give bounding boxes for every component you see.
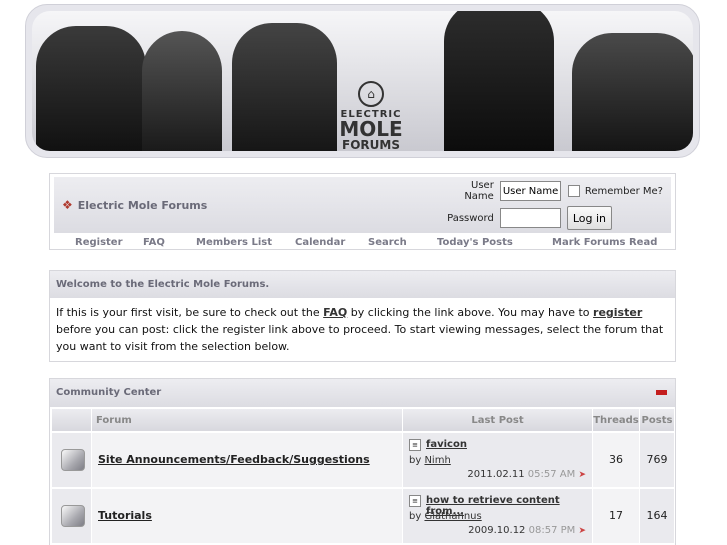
- banner-photo-person: [232, 23, 337, 151]
- banner-photo-person: [572, 33, 693, 151]
- forum-status-icon: [61, 449, 85, 471]
- last-post-title-link[interactable]: favicon: [426, 439, 467, 450]
- welcome-message: If this is your first visit, be sure to …: [50, 298, 675, 361]
- by-label: by: [409, 511, 422, 522]
- password-input[interactable]: [499, 208, 561, 228]
- last-post-date: 2011.02.11: [467, 469, 525, 480]
- banner-photo-person: [444, 11, 554, 151]
- nav-link-search[interactable]: Search: [368, 237, 407, 248]
- login-button[interactable]: Log in: [566, 206, 612, 230]
- forum-title-link[interactable]: Site Announcements/Feedback/Suggestions: [98, 453, 370, 466]
- goto-last-post-icon[interactable]: ➤: [578, 470, 586, 480]
- last-post-user-link[interactable]: Nimh: [424, 455, 450, 466]
- remember-me-checkbox[interactable]: [567, 185, 580, 197]
- username-label: User Name: [464, 180, 494, 202]
- nav-link-register[interactable]: Register: [75, 237, 123, 248]
- faq-link[interactable]: FAQ: [323, 306, 347, 319]
- navbar: ❖ Electric Mole Forums User Name Remembe…: [49, 173, 676, 250]
- last-post-time: 08:57 PM: [528, 525, 576, 536]
- remember-me-label: Remember Me?: [584, 185, 663, 197]
- last-post-date: 2009.10.12: [468, 525, 526, 536]
- thread-count: 36: [609, 453, 623, 466]
- column-header-status: [52, 409, 92, 431]
- by-label: by: [409, 455, 422, 466]
- post-icon: ≡: [409, 439, 421, 451]
- welcome-text: by clicking the link above. You may have…: [347, 306, 594, 319]
- username-input[interactable]: [499, 181, 561, 201]
- column-header-threads: Threads: [593, 409, 640, 431]
- forum-row: Site Announcements/Feedback/Suggestions …: [50, 433, 675, 487]
- post-icon: ≡: [409, 495, 421, 507]
- column-header-posts: Posts: [640, 409, 675, 431]
- category-title[interactable]: Community Center: [56, 387, 161, 398]
- register-link[interactable]: register: [593, 306, 642, 319]
- logo-text-line3: FORUMS: [342, 138, 400, 151]
- navbar-title: Electric Mole Forums: [77, 198, 208, 212]
- welcome-text: If this is your first visit, be sure to …: [56, 306, 324, 319]
- welcome-title: Welcome to the Electric Mole Forums.: [50, 271, 675, 298]
- welcome-box: Welcome to the Electric Mole Forums. If …: [49, 270, 676, 362]
- goto-last-post-icon[interactable]: ➤: [578, 526, 586, 536]
- nav-link-todays-posts[interactable]: Today's Posts: [437, 237, 513, 248]
- login-form: User Name Remember Me? Password Log in: [444, 180, 663, 234]
- password-label: Password: [447, 212, 494, 224]
- last-post-time: 05:57 AM: [527, 469, 576, 480]
- header-banner: ⌂ ELECTRIC MOLE FORUMS: [25, 4, 700, 158]
- column-header-last-post: Last Post: [403, 409, 593, 431]
- forum-home-link[interactable]: ❖ Electric Mole Forums: [62, 198, 207, 212]
- nav-link-mark-forums-read[interactable]: Mark Forums Read: [552, 237, 657, 248]
- thread-count: 17: [609, 509, 623, 522]
- forum-status-icon: [61, 505, 85, 527]
- banner-photo-person: [142, 31, 222, 151]
- mole-emblem-icon: ⌂: [358, 81, 384, 107]
- forum-row: Tutorials ≡ how to retrieve content from…: [50, 489, 675, 543]
- last-post-user-link[interactable]: Glathannus: [424, 511, 481, 522]
- nav-link-calendar[interactable]: Calendar: [295, 237, 345, 248]
- collapse-icon[interactable]: [656, 390, 667, 395]
- welcome-text: before you can post: click the register …: [56, 323, 664, 353]
- logo-text-line2: MOLE: [339, 117, 403, 141]
- forum-category-table: Community Center Forum Last Post Threads…: [49, 378, 676, 545]
- banner-photo-person: [36, 26, 146, 151]
- site-logo[interactable]: ⌂ ELECTRIC MOLE FORUMS: [332, 81, 410, 151]
- nav-link-members-list[interactable]: Members List: [196, 237, 272, 248]
- column-header-forum: Forum: [92, 409, 403, 431]
- navbits-icon: ❖: [62, 198, 73, 212]
- nav-link-faq[interactable]: FAQ: [143, 237, 165, 248]
- navbar-links: Register FAQ Members List Calendar Searc…: [54, 235, 671, 249]
- post-count: 164: [646, 509, 668, 522]
- post-count: 769: [646, 453, 668, 466]
- forum-title-link[interactable]: Tutorials: [98, 509, 152, 522]
